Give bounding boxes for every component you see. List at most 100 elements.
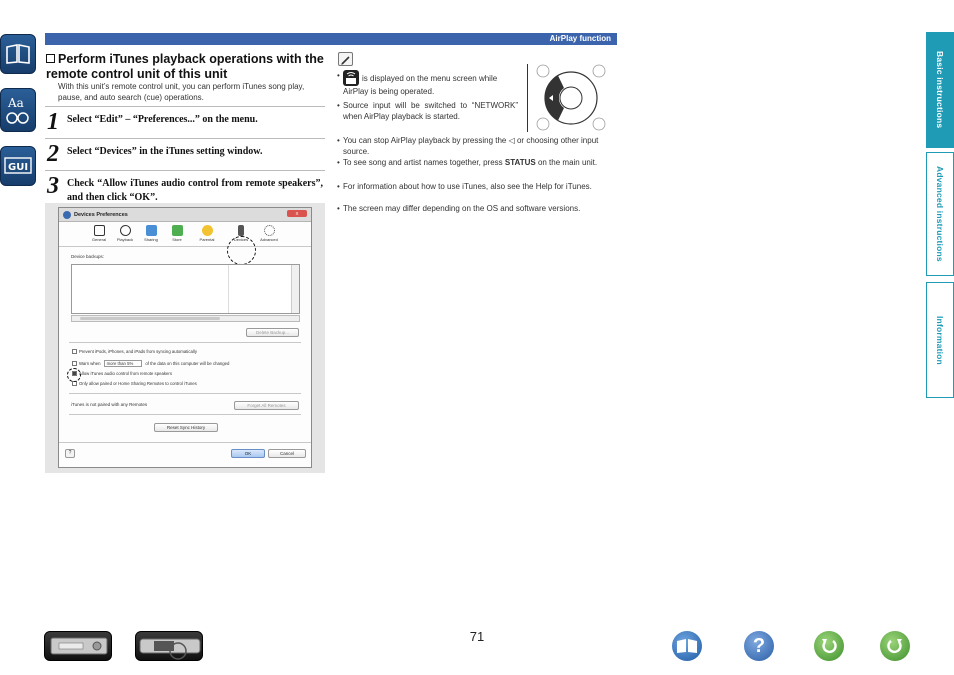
warn-threshold-select[interactable]: more than 5% <box>103 360 143 367</box>
tab-advanced[interactable]: Advanced <box>257 225 281 242</box>
allow-audio-control-option[interactable]: Allow iTunes audio control from remote s… <box>72 371 172 376</box>
general-icon <box>93 225 105 236</box>
cancel-button[interactable]: Cancel <box>268 449 306 458</box>
remote-control-button[interactable] <box>135 631 203 661</box>
option-label: Only allow paired or Home Sharing Remote… <box>79 381 197 386</box>
gui-icon[interactable]: GUI <box>0 146 36 186</box>
column-divider <box>228 265 229 313</box>
tab-label: Sharing <box>144 237 158 242</box>
tab-general[interactable]: General <box>87 225 111 242</box>
delete-backup-button[interactable]: Delete Backup... <box>246 328 299 337</box>
note-text: Source input will be switched to “NETWOR… <box>343 101 518 121</box>
parental-icon <box>201 225 213 236</box>
only-paired-option[interactable]: Only allow paired or Home Sharing Remote… <box>72 381 197 386</box>
tab-basic-instructions[interactable]: Basic instructions <box>926 32 954 148</box>
tab-playback[interactable]: Playback <box>113 225 137 242</box>
dialog-titlebar: Devices Preferences X <box>59 208 311 222</box>
back-arrow-icon[interactable] <box>814 631 844 661</box>
step-text: Select “Edit” – “Preferences...” on the … <box>67 114 258 125</box>
tab-label: Store <box>172 237 182 242</box>
step-1: 1 Select “Edit” – “Preferences...” on th… <box>45 106 325 138</box>
sharing-icon <box>145 225 157 236</box>
bullet: • <box>337 136 340 145</box>
step-text: Select “Devices” in the iTunes setting w… <box>67 146 263 157</box>
preferences-toolbar: General Playback Sharing Store Parental … <box>59 223 311 265</box>
note-text: The screen may differ depending on the O… <box>343 204 581 213</box>
svg-text:Aa: Aa <box>7 96 24 110</box>
devices-preferences-dialog: Devices Preferences X General Playback S… <box>58 207 312 468</box>
reset-sync-history-button[interactable]: Reset Sync History <box>154 423 218 432</box>
checkbox[interactable] <box>72 349 77 354</box>
prevent-sync-option[interactable]: Prevent iPods, iPhones, and iPads from s… <box>72 349 197 354</box>
tab-label: Advanced <box>260 237 278 242</box>
bullet: • <box>337 71 340 80</box>
step-number: 2 <box>47 141 59 167</box>
close-button[interactable]: X <box>287 210 307 217</box>
tab-label: Parental <box>199 237 215 242</box>
ok-button[interactable]: OK <box>231 449 265 458</box>
note-text: For information about how to use iTunes,… <box>343 182 592 191</box>
tab-label: Playback <box>116 237 134 242</box>
forget-remotes-button[interactable]: Forget All Remotes <box>234 401 299 410</box>
divider <box>69 414 301 415</box>
help-question-icon[interactable]: ? <box>744 631 774 661</box>
vertical-scrollbar[interactable] <box>291 265 299 313</box>
forward-arrow-icon[interactable] <box>880 631 910 661</box>
checkbox-bullet-icon <box>46 54 55 63</box>
playback-icon <box>119 225 131 236</box>
warn-option[interactable]: Warn when more than 5% of the data on this… <box>72 360 229 367</box>
help-button[interactable]: ? <box>65 449 75 458</box>
tab-label: Information <box>935 315 945 365</box>
step-number: 1 <box>47 109 59 135</box>
tab-store[interactable]: Store <box>165 225 189 242</box>
option-label: Prevent iPods, iPhones, and iPads from s… <box>79 349 197 354</box>
section-header-bar: AirPlay function <box>45 33 617 45</box>
tab-information[interactable]: Information <box>926 282 954 398</box>
divider <box>69 342 301 343</box>
note-source-network: • Source input will be switched to “NETWO… <box>337 100 518 122</box>
step-text: Check “Allow iTunes audio control from r… <box>67 178 323 203</box>
note-itunes-help: • For information about how to use iTunes… <box>337 181 617 192</box>
airplay-menu-icon <box>343 70 359 86</box>
tab-advanced-instructions[interactable]: Advanced instructions <box>926 152 954 276</box>
book-icon[interactable] <box>0 34 36 74</box>
bullet: • <box>337 182 340 191</box>
divider <box>59 442 311 443</box>
section-title-text: Perform iTunes playback operations with … <box>46 52 324 81</box>
dialog-title: Devices Preferences <box>74 212 128 218</box>
note-text: To see song and artist names together, p… <box>343 158 503 167</box>
store-icon <box>171 225 183 236</box>
itunes-logo-icon <box>63 211 71 219</box>
glossary-icon[interactable]: Aa <box>0 88 36 132</box>
note-status: • To see song and artist names together, … <box>337 157 617 168</box>
svg-text:GUI: GUI <box>8 162 28 173</box>
horizontal-scrollbar[interactable] <box>71 315 300 322</box>
option-label: Allow iTunes audio control from remote s… <box>79 371 172 376</box>
highlight-circle <box>227 236 256 265</box>
tab-label: Basic instructions <box>935 51 945 129</box>
scrollbar-thumb[interactable] <box>80 317 220 320</box>
manual-book-icon[interactable] <box>672 631 702 661</box>
step-2: 2 Select “Devices” in the iTunes setting… <box>45 138 325 170</box>
device-backups-label: Device backups: <box>71 254 105 259</box>
note-screen-differ: • The screen may differ depending on the … <box>337 203 617 214</box>
note-text: is displayed on the menu screen while Ai… <box>343 74 498 96</box>
divider <box>69 393 301 394</box>
left-arrow-icon: ◁ <box>508 136 515 145</box>
note-stop-playback: • You can stop AirPlay playback by pressi… <box>337 135 617 157</box>
step-number: 3 <box>47 173 59 199</box>
device-backups-list[interactable] <box>71 264 300 314</box>
tab-parental[interactable]: Parental <box>195 225 219 242</box>
devices-icon <box>238 225 244 236</box>
note-text: on the main unit. <box>537 158 598 167</box>
tab-sharing[interactable]: Sharing <box>139 225 163 242</box>
status-button-name: STATUS <box>504 158 536 167</box>
section-description: With this unit’s remote control unit, yo… <box>58 82 305 102</box>
gear-icon <box>263 225 275 236</box>
front-panel-button[interactable] <box>44 631 112 661</box>
highlight-circle <box>67 368 81 382</box>
note-pencil-icon <box>338 52 353 66</box>
option-label: Warn when <box>79 361 101 366</box>
checkbox[interactable] <box>72 361 77 366</box>
bullet: • <box>337 158 340 167</box>
